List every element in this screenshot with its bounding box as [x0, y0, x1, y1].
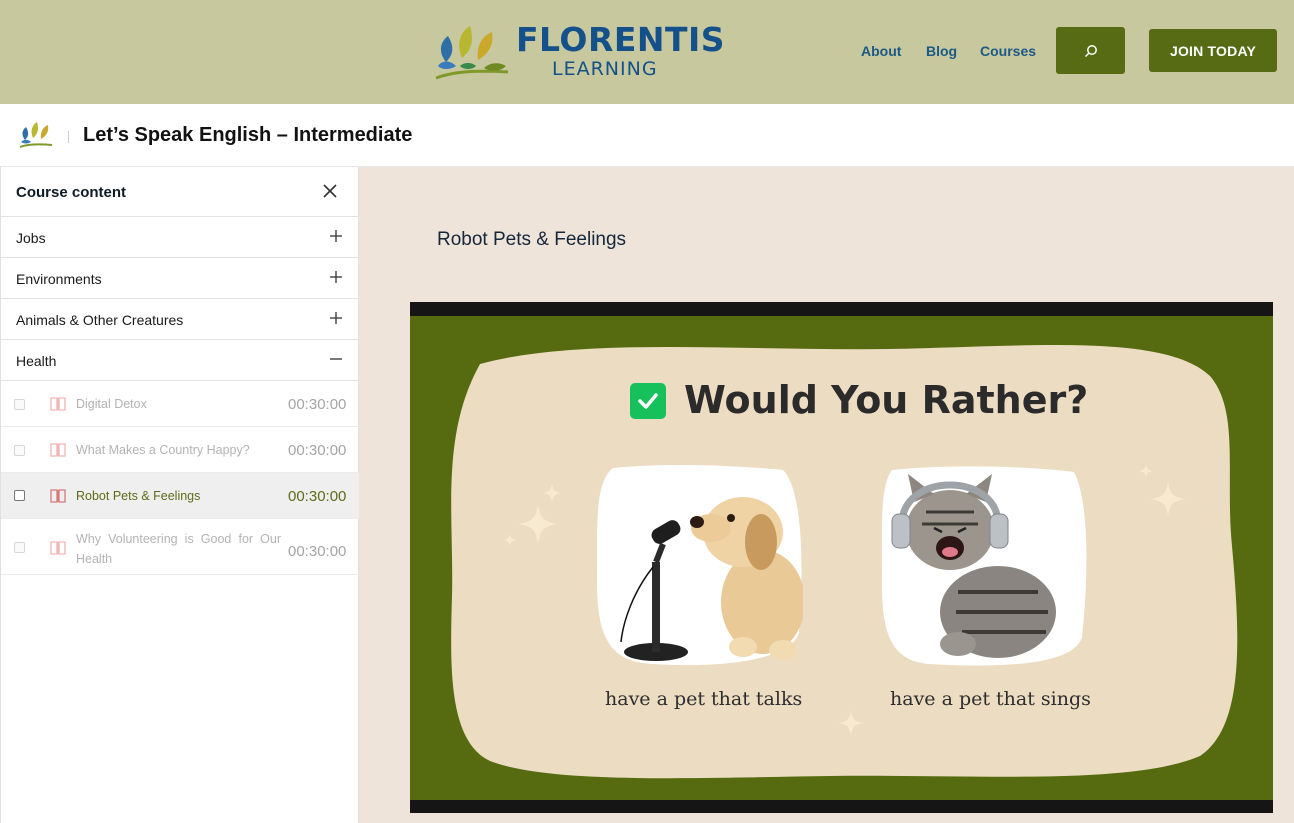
expand-plus-icon[interactable]	[329, 229, 343, 243]
leaf-logo-icon	[435, 26, 509, 80]
lesson-item[interactable]: Why Volunteering is Good for Our Health …	[1, 519, 359, 575]
search-icon	[1084, 44, 1097, 57]
book-icon	[50, 489, 66, 503]
close-icon[interactable]	[319, 180, 341, 202]
collapse-minus-icon[interactable]	[329, 352, 343, 366]
brand-name: FLORENTIS	[516, 20, 726, 59]
nav-about-link[interactable]: About	[861, 43, 901, 59]
title-separator	[68, 131, 69, 143]
lesson-duration: 00:30:00	[288, 543, 347, 560]
sparkle-icon	[504, 484, 561, 546]
book-icon	[50, 397, 66, 411]
lesson-checkbox[interactable]	[14, 542, 25, 553]
section-label: Animals & Other Creatures	[16, 312, 184, 328]
course-title: Let’s Speak English – Intermediate	[83, 124, 413, 146]
section-label: Jobs	[16, 230, 46, 246]
expand-plus-icon[interactable]	[329, 270, 343, 284]
nav-courses-link[interactable]: Courses	[980, 43, 1036, 59]
expand-plus-icon[interactable]	[329, 311, 343, 325]
lesson-title: What Makes a Country Happy?	[76, 443, 250, 457]
section-environments[interactable]: Environments	[1, 258, 359, 299]
join-today-button[interactable]: JOIN TODAY	[1149, 29, 1277, 72]
lesson-item-active[interactable]: Robot Pets & Feelings 00:30:00	[1, 473, 359, 519]
book-icon	[50, 443, 66, 457]
site-logo[interactable]: FLORENTIS LEARNING	[432, 18, 725, 84]
sparkle-icon	[838, 710, 864, 736]
sidebar-title: Course content	[16, 184, 127, 201]
lesson-video-player[interactable]: Would You Rather? have a pet that talks	[410, 302, 1273, 813]
kitten-headphones-image	[881, 466, 1087, 666]
puppy-microphone-image	[596, 464, 803, 666]
lesson-duration: 00:30:00	[288, 396, 347, 413]
sidebar-header: Course content	[1, 167, 359, 217]
sparkle-icon	[1139, 464, 1186, 516]
section-animals[interactable]: Animals & Other Creatures	[1, 299, 359, 340]
lesson-checkbox[interactable]	[14, 490, 25, 501]
section-health[interactable]: Health	[1, 340, 359, 381]
search-button[interactable]	[1056, 27, 1125, 74]
slide-title: Would You Rather?	[684, 378, 1089, 422]
brand-subtitle: LEARNING	[552, 58, 658, 80]
video-slide: Would You Rather? have a pet that talks	[410, 316, 1273, 800]
lesson-item[interactable]: Digital Detox 00:30:00	[1, 381, 359, 427]
section-jobs[interactable]: Jobs	[1, 217, 359, 258]
nav-blog-link[interactable]: Blog	[926, 43, 957, 59]
lesson-title: Why Volunteering is Good for Our Health	[76, 532, 281, 566]
lesson-duration: 00:30:00	[288, 488, 347, 505]
lesson-heading: Robot Pets & Feelings	[437, 229, 627, 250]
lesson-checkbox[interactable]	[14, 399, 25, 410]
section-label: Environments	[16, 271, 102, 287]
course-title-bar: Let’s Speak English – Intermediate	[0, 104, 1294, 167]
option-right-caption: have a pet that sings	[890, 688, 1091, 710]
course-content-sidebar: Course content Jobs Environments Animals…	[0, 167, 359, 823]
lesson-title: Robot Pets & Feelings	[76, 489, 201, 503]
lesson-checkbox[interactable]	[14, 445, 25, 456]
home-logo-icon[interactable]	[18, 120, 54, 150]
lesson-duration: 00:30:00	[288, 442, 347, 459]
lesson-title: Digital Detox	[76, 397, 147, 411]
lesson-item[interactable]: What Makes a Country Happy? 00:30:00	[1, 427, 359, 473]
option-left-caption: have a pet that talks	[605, 688, 803, 710]
book-icon	[50, 541, 66, 555]
site-header: FLORENTIS LEARNING About Blog Courses JO…	[0, 0, 1294, 104]
section-label: Health	[16, 353, 57, 369]
checkmark-icon	[630, 383, 666, 419]
